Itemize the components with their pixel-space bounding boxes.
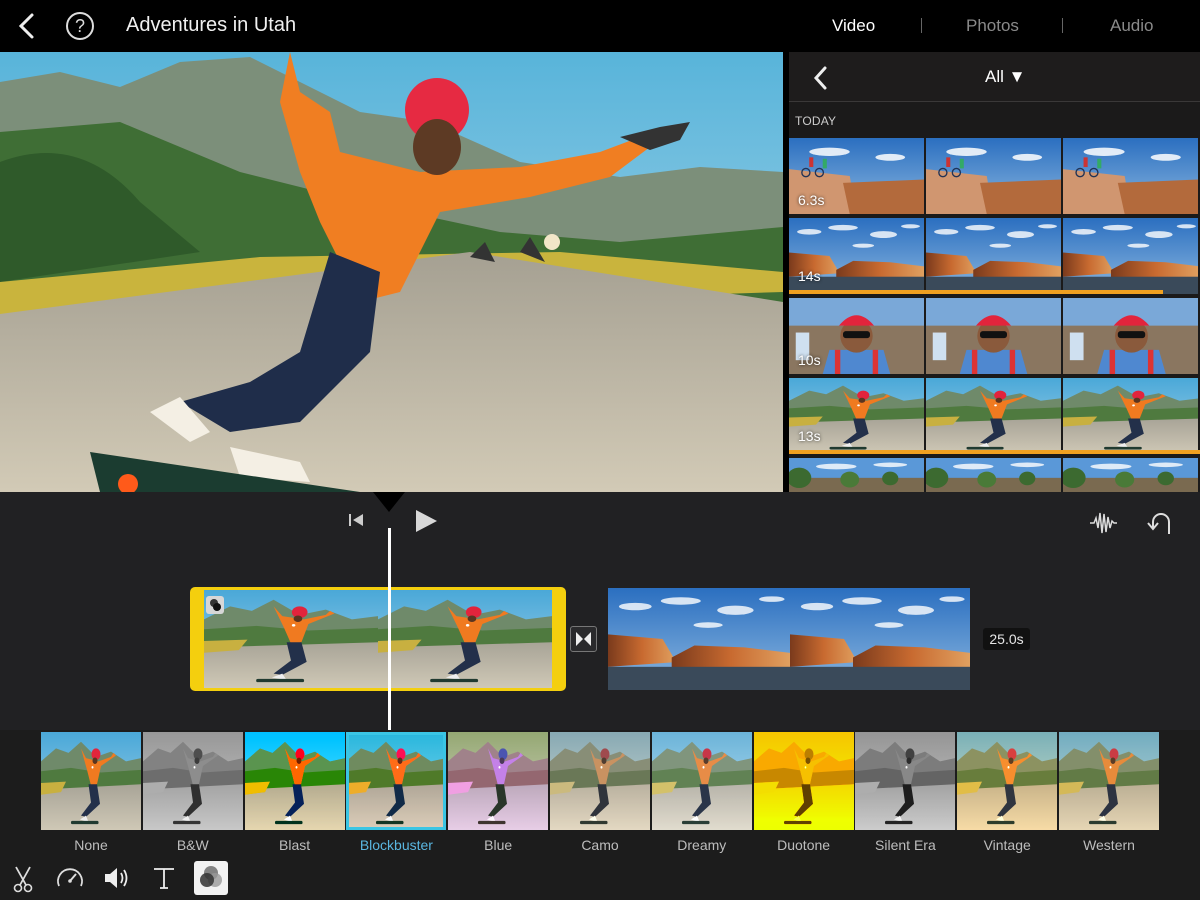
- project-duration: 25.0s: [983, 628, 1030, 650]
- clip-thumbnail: [789, 458, 924, 492]
- filter-thumbnail: [1059, 732, 1159, 830]
- clip-thumbnail: [926, 218, 1061, 294]
- filter-thumbnail: [448, 732, 548, 830]
- speedometer-icon: [57, 868, 83, 887]
- edit-toolbar: [0, 855, 1200, 900]
- clip-duration: 13s: [798, 428, 821, 444]
- skip-to-start-button[interactable]: [346, 510, 366, 530]
- chevron-left-icon: [813, 66, 827, 90]
- project-title: Adventures in Utah: [126, 14, 297, 36]
- preview-frame: [0, 52, 783, 492]
- tab-divider: [1062, 18, 1063, 33]
- filter-thumbnail: [245, 732, 345, 830]
- clip-frame: [608, 588, 790, 690]
- filters-icon: [200, 866, 222, 887]
- tab-divider: [921, 18, 922, 33]
- clip-thumbnail: [926, 298, 1061, 374]
- filter-circles-icon: [210, 599, 221, 611]
- clip-thumbnail: [1063, 298, 1198, 374]
- filter-thumbnail: [143, 732, 243, 830]
- media-browser: All ▼ TODAY 6.3s 14s 10s 13s: [789, 52, 1200, 492]
- tab-video[interactable]: Video: [832, 16, 875, 36]
- transition-button[interactable]: [570, 626, 597, 652]
- playhead-marker[interactable]: [373, 492, 405, 512]
- used-range-bar: [789, 290, 1163, 294]
- media-clip-row[interactable]: 6.3s: [789, 138, 1200, 214]
- section-label-today: TODAY: [795, 114, 837, 128]
- clip-duration: 14s: [798, 268, 821, 284]
- question-circle-icon: ?: [74, 16, 85, 36]
- album-filter-dropdown[interactable]: All ▼: [985, 67, 1025, 87]
- speed-tool-button[interactable]: [53, 861, 87, 895]
- browser-back-button[interactable]: [811, 65, 831, 91]
- clip-thumbnail: [1063, 138, 1198, 214]
- media-clip-row[interactable]: 14s: [789, 218, 1200, 294]
- clip-frame: [378, 590, 552, 688]
- clip-duration: 6.3s: [798, 192, 825, 208]
- audio-waveform-icon: [1090, 512, 1117, 534]
- filter-name: Western: [1083, 837, 1135, 853]
- filter-thumbnail: [957, 732, 1057, 830]
- media-clip-row[interactable]: 13s: [789, 378, 1200, 454]
- split-tool-button[interactable]: [6, 861, 40, 895]
- top-bar: ? Adventures in Utah Video Photos Audio: [0, 0, 1200, 52]
- volume-icon: [105, 868, 128, 888]
- filter-thumbnail: [550, 732, 650, 830]
- filter-picker: None B&W Blast Blockbuster Blue Camo Dreamy Duo…: [0, 730, 1200, 855]
- media-clip-row[interactable]: [789, 458, 1200, 492]
- back-button[interactable]: [14, 12, 40, 40]
- clip-thumbnail: [1063, 218, 1198, 294]
- undo-button[interactable]: [1143, 508, 1175, 538]
- video-preview[interactable]: [0, 52, 783, 492]
- filters-tool-button[interactable]: [194, 861, 228, 895]
- chevron-left-icon: [18, 13, 34, 39]
- clip-thumbnail: [1063, 458, 1198, 492]
- filter-thumbnail: [855, 732, 955, 830]
- timeline: 25.0s: [0, 492, 1200, 730]
- filter-thumbnail: [652, 732, 752, 830]
- browser-header: All ▼: [789, 52, 1200, 102]
- transition-icon: [576, 632, 591, 646]
- play-button[interactable]: [412, 508, 440, 534]
- filter-thumbnail: [41, 732, 141, 830]
- playhead-line[interactable]: [388, 528, 391, 730]
- clip-frame: [204, 590, 378, 688]
- skip-to-start-icon: [349, 514, 363, 526]
- clip-duration: 10s: [798, 352, 821, 368]
- clip-thumbnail: [926, 458, 1061, 492]
- tab-photos[interactable]: Photos: [966, 16, 1019, 36]
- media-clip-row[interactable]: 10s: [789, 298, 1200, 374]
- clip-thumbnail: [926, 138, 1061, 214]
- filter-applied-badge: [206, 596, 224, 614]
- timeline-clip-selected[interactable]: [190, 587, 566, 691]
- volume-tool-button[interactable]: [100, 861, 134, 895]
- titles-tool-button[interactable]: [147, 861, 181, 895]
- audio-waveform-button[interactable]: [1088, 508, 1118, 538]
- filter-thumbnail: [346, 732, 447, 830]
- play-icon: [416, 510, 437, 532]
- clip-frame: [790, 588, 970, 690]
- media-type-tabs: Video Photos Audio: [780, 0, 1200, 52]
- text-icon: [154, 868, 174, 889]
- clip-thumbnail: [926, 378, 1061, 454]
- clip-thumbnail: [1063, 378, 1198, 454]
- help-button[interactable]: ?: [66, 12, 94, 40]
- used-range-bar: [789, 450, 1200, 454]
- scissors-icon: [13, 866, 33, 893]
- timeline-clip[interactable]: [608, 588, 970, 690]
- filter-thumbnail: [754, 732, 854, 830]
- undo-icon: [1147, 513, 1170, 534]
- tab-audio[interactable]: Audio: [1110, 16, 1153, 36]
